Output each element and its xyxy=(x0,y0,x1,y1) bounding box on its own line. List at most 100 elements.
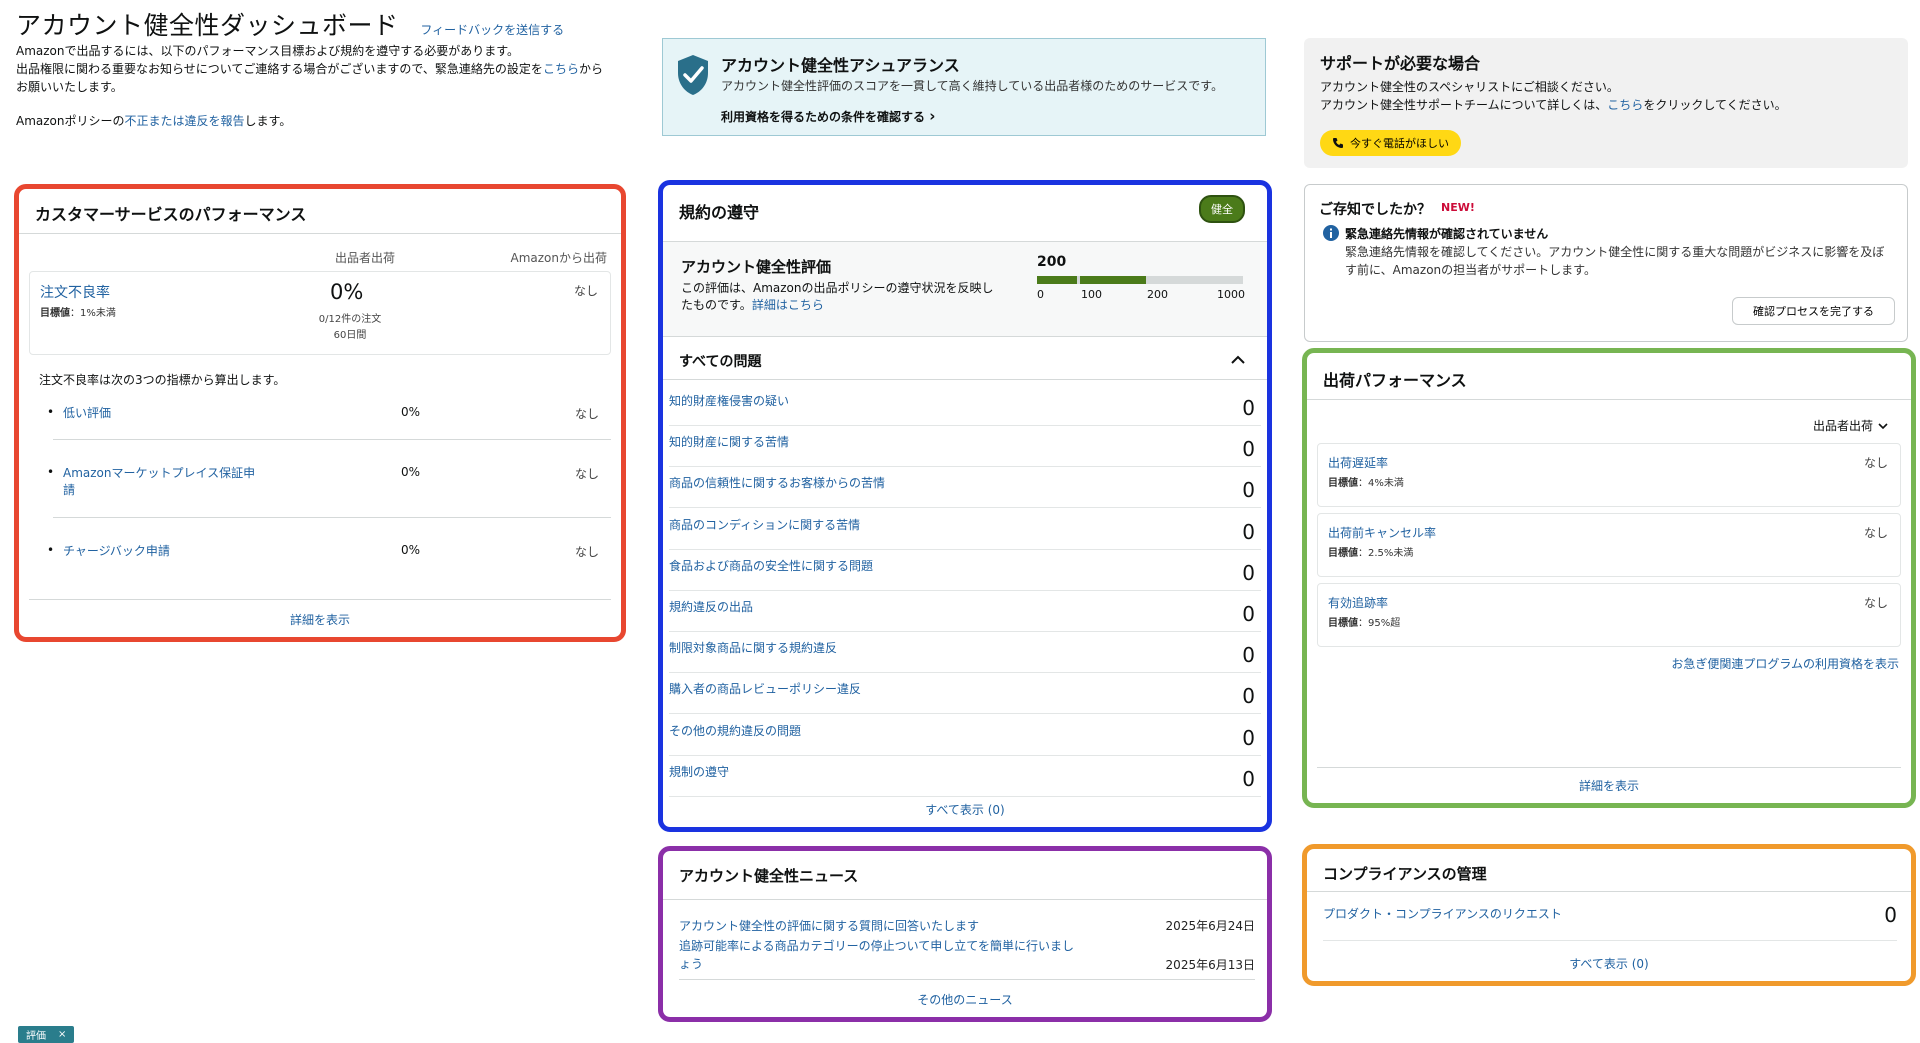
report-violation-link[interactable]: 不正または違反を報告 xyxy=(125,114,245,128)
metric-target: 目標値：2.5%未満 xyxy=(1328,544,1413,559)
product-compliance-request-link[interactable]: プロダクト・コンプライアンスのリクエスト xyxy=(1323,905,1562,922)
compliance-request-count: 0 xyxy=(1884,903,1897,927)
issue-count: 0 xyxy=(1242,643,1255,668)
emergency-contact-body: 緊急連絡先情報を確認してください。アカウント健全性に関する重大な問題がビジネスに… xyxy=(1345,245,1885,277)
call-me-label: 今すぐ電話がほしい xyxy=(1350,137,1449,150)
metric-value: なし xyxy=(1863,596,1888,610)
metric-amazon-value: なし xyxy=(574,545,599,559)
ahr-score-bar xyxy=(1037,276,1243,284)
issue-count: 0 xyxy=(1242,437,1255,462)
chevron-right-icon: › xyxy=(929,107,936,125)
shipping-metric-row: 有効追跡率 目標値：95%超 なし xyxy=(1317,583,1901,647)
fast-track-eligibility-link[interactable]: お急ぎ便関連プログラムの利用資格を表示 xyxy=(1671,655,1899,672)
emergency-contact-heading: 緊急連絡先情報が確認されていません xyxy=(1345,227,1549,241)
odr-target-value: ：1%未満 xyxy=(70,308,116,319)
chevron-up-icon[interactable] xyxy=(1229,351,1247,369)
compliance-management-card: コンプライアンスの管理 プロダクト・コンプライアンスのリクエスト 0 すべて表示… xyxy=(1302,844,1916,986)
support-team-link[interactable]: こちら xyxy=(1607,98,1643,112)
ahr-description: この評価は、Amazonの出品ポリシーの遵守状況を反映したものです。詳細はこちら xyxy=(681,280,1001,314)
issue-link[interactable]: 食品および商品の安全性に関する問題 xyxy=(669,557,873,574)
issue-link[interactable]: 知的財産権侵害の疑い xyxy=(669,392,789,409)
odr-target-label: 目標値 xyxy=(40,308,70,319)
did-you-know-title: ご存知でしたか？ xyxy=(1319,202,1431,218)
metric-amazon-value: なし xyxy=(574,407,599,421)
assurance-eligibility-link[interactable]: 利用資格を得るための条件を確認する › xyxy=(721,107,935,125)
issue-link[interactable]: 知的財産に関する苦情 xyxy=(669,433,789,450)
metric-target: 目標値：95%超 xyxy=(1328,614,1400,629)
odr-metric-box: 注文不良率 目標値：1%未満 0% 0/12件の注文 60日間 なし xyxy=(29,271,611,355)
issue-count: 0 xyxy=(1242,725,1255,750)
late-shipment-link[interactable]: 出荷遅延率 xyxy=(1328,454,1388,471)
metric-target-value: ：2.5%未満 xyxy=(1358,548,1414,559)
compliance-show-all-link[interactable]: すべて表示 (0) xyxy=(663,801,1267,818)
info-icon xyxy=(1323,225,1339,241)
issue-link[interactable]: 商品のコンディションに関する苦情 xyxy=(669,516,860,533)
rating-tag[interactable]: 評価 × xyxy=(18,1026,75,1043)
issue-link[interactable]: 制限対象商品に関する規約違反 xyxy=(669,639,837,656)
compliance-mgmt-show-all-link[interactable]: すべて表示 (0) xyxy=(1307,955,1911,972)
metric-target-label: 目標値 xyxy=(1328,618,1358,629)
odr-orders: 0/12件の注文 xyxy=(318,314,382,325)
column-header-amazon: Amazonから出荷 xyxy=(510,251,608,265)
ahr-description-text: この評価は、Amazonの出品ポリシーの遵守状況を反映したものです。 xyxy=(681,281,994,312)
ahr-bar-segment-2 xyxy=(1080,276,1146,284)
pre-fulfillment-cancel-link[interactable]: 出荷前キャンセル率 xyxy=(1328,524,1436,541)
rating-tag-label: 評価 xyxy=(26,1031,46,1042)
odr-target: 目標値：1%未満 xyxy=(40,304,116,319)
assurance-description: アカウント健全性評価のスコアを一貫して高く維持している出品者様のためのサービスで… xyxy=(721,79,1224,93)
metric-target-value: ：95%超 xyxy=(1358,618,1401,629)
issue-row: 知的財産権侵害の疑い 0 xyxy=(669,385,1261,426)
metric-value: なし xyxy=(1863,526,1888,540)
issue-link[interactable]: その他の規約違反の問題 xyxy=(669,722,801,739)
ahr-score: 200 xyxy=(1037,254,1067,270)
issue-row: 食品および商品の安全性に関する問題 0 xyxy=(669,550,1261,591)
compliance-management-title: コンプライアンスの管理 xyxy=(1323,865,1487,883)
issue-row: その他の規約違反の問題 0 xyxy=(669,715,1261,756)
chargeback-link[interactable]: チャージバック申請 xyxy=(63,543,263,560)
bullet: • xyxy=(47,405,55,419)
odr-subtext: 0/12件の注文 60日間 xyxy=(310,312,390,344)
issue-row: 購入者の商品レビューポリシー違反 0 xyxy=(669,673,1261,715)
issue-link[interactable]: 購入者の商品レビューポリシー違反 xyxy=(669,680,861,697)
tick-label: 0 xyxy=(1037,288,1044,301)
tick-label: 100 xyxy=(1081,288,1102,301)
fulfillment-dropdown-label: 出品者出荷 xyxy=(1812,419,1873,433)
issue-row: 制限対象商品に関する規約違反 0 xyxy=(669,632,1261,674)
negative-feedback-link[interactable]: 低い評価 xyxy=(63,405,263,422)
news-link[interactable]: アカウント健全性の評価に関する質問に回答いたします xyxy=(679,917,1099,935)
status-badge: 健全 xyxy=(1199,195,1245,223)
phone-icon xyxy=(1333,138,1343,148)
account-health-rating: アカウント健全性評価 この評価は、Amazonの出品ポリシーの遵守状況を反映した… xyxy=(663,241,1267,337)
issue-link[interactable]: 商品の信頼性に関するお客様からの苦情 xyxy=(669,474,885,491)
valid-tracking-link[interactable]: 有効追跡率 xyxy=(1328,594,1388,611)
more-news-link[interactable]: その他のニュース xyxy=(663,991,1267,1008)
bullet: • xyxy=(47,465,55,479)
intro-line-2-text: 出品権限に関わる重要なお知らせについてご連絡する場合がございますので、緊急連絡先… xyxy=(16,62,543,76)
support-panel: サポートが必要な場合 アカウント健全性のスペシャリストにご相談ください。 アカウ… xyxy=(1304,38,1908,168)
issue-count: 0 xyxy=(1242,478,1255,503)
issue-link[interactable]: 規制の遵守 xyxy=(669,763,729,780)
policy-compliance-card: 規約の遵守 健全 アカウント健全性評価 この評価は、Amazonの出品ポリシーの… xyxy=(658,180,1272,832)
a-to-z-claims-link[interactable]: Amazonマーケットプレイス保証申請 xyxy=(63,465,263,499)
news-link[interactable]: 追跡可能率による商品カテゴリーの停止ついて申し立てを簡単に行いましょう xyxy=(679,937,1079,973)
call-me-button[interactable]: 今すぐ電話がほしい xyxy=(1320,130,1461,156)
feedback-link[interactable]: フィードバックを送信する xyxy=(420,23,564,37)
news-date: 2025年6月13日 xyxy=(1165,958,1255,972)
issue-count: 0 xyxy=(1242,519,1255,544)
card-divider xyxy=(1317,767,1901,768)
odr-link[interactable]: 注文不良率 xyxy=(40,282,110,302)
emergency-contact-link[interactable]: こちら xyxy=(543,62,579,76)
ahr-learn-more-link[interactable]: 詳細はこちら xyxy=(752,298,824,312)
page-title: アカウント健全性ダッシュボード xyxy=(16,11,399,40)
close-icon[interactable]: × xyxy=(58,1029,66,1040)
cs-view-detail-link[interactable]: 詳細を表示 xyxy=(19,611,621,628)
fulfillment-dropdown[interactable]: 出品者出荷 xyxy=(1813,417,1889,434)
issue-count: 0 xyxy=(1242,560,1255,585)
issue-link[interactable]: 規約違反の出品 xyxy=(669,598,753,615)
shipping-view-detail-link[interactable]: 詳細を表示 xyxy=(1307,777,1911,794)
support-title: サポートが必要な場合 xyxy=(1320,54,1481,73)
odr-calc-note: 注文不良率は次の3つの指標から算出します。 xyxy=(39,373,286,387)
policy-line: Amazonポリシーの不正または違反を報告します。 xyxy=(16,112,626,130)
issue-row: 規制の遵守 0 xyxy=(669,756,1261,797)
complete-verification-button[interactable]: 確認プロセスを完了する xyxy=(1732,297,1895,325)
